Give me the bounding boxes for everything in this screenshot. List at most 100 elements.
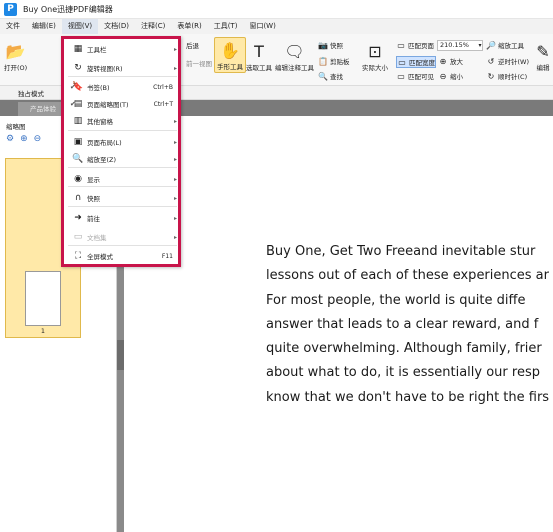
- snapshot-button[interactable]: 📷 快照: [318, 40, 343, 51]
- splitter-grip[interactable]: [117, 340, 124, 370]
- menu-separator: [68, 130, 177, 131]
- back-button[interactable]: 后退: [186, 40, 199, 50]
- submenu-arrow-icon: ▸: [173, 194, 177, 202]
- actual-size-button[interactable]: ⊡ 实际大小: [362, 40, 388, 73]
- rotate-ccw-icon: ↺: [487, 56, 495, 66]
- fit-page-label: 匹配页面: [408, 42, 434, 50]
- zoom-in-button[interactable]: ⊕ 放大: [438, 56, 463, 67]
- fit-visible-label: 匹配可见: [408, 73, 434, 81]
- submenu-arrow-icon: ▸: [173, 233, 177, 241]
- settings-icon[interactable]: ⚙: [6, 134, 14, 144]
- view-menu-item-label: 页面布局(L): [87, 139, 122, 147]
- find-button[interactable]: 🔍 查找: [318, 71, 343, 82]
- view-menu-item: ▭ 文档集 ▸: [68, 228, 177, 246]
- app-logo-icon: P: [4, 2, 17, 16]
- fit-width-button[interactable]: ▭ 匹配宽度: [396, 56, 436, 68]
- edit-label: 编辑: [536, 64, 550, 72]
- menu-item[interactable]: 工具(T): [208, 19, 244, 34]
- view-menu-item[interactable]: ◉ 显示 ▸: [68, 170, 177, 188]
- zoom-out-button[interactable]: ⊖ 缩小: [438, 71, 463, 82]
- view-menu-item[interactable]: ▣ 页面布局(L) ▸: [68, 133, 177, 151]
- fit-page-button[interactable]: ▭ 匹配页面: [396, 40, 434, 51]
- clipboard-button[interactable]: 📋 剪贴板: [318, 56, 350, 67]
- menu-item[interactable]: 视图(V): [61, 19, 99, 34]
- menu-item[interactable]: 窗口(W): [243, 19, 281, 34]
- document-line: answer that leads to a clear reward, and…: [266, 316, 539, 332]
- edit-annot-button[interactable]: 🗨 编辑注释工具: [275, 40, 314, 73]
- open-label: 打开(O): [4, 64, 28, 72]
- find-label: 查找: [330, 73, 343, 81]
- search-icon: 🔍: [318, 71, 328, 81]
- view-menu-item[interactable]: ✔ ▤ 页面缩略图(T) Ctrl+T: [68, 95, 177, 113]
- prev-view-button[interactable]: 前一视图: [186, 58, 212, 68]
- hand-tool-label: 手形工具: [217, 63, 243, 71]
- fit-visible-icon: ▭: [397, 71, 405, 81]
- submenu-arrow-icon: ▸: [173, 117, 177, 125]
- rotate-cw-button[interactable]: ↻ 顺时针(C): [486, 71, 528, 82]
- hand-icon: ✋: [220, 40, 240, 60]
- panel-tools: ⚙ ⊕ ⊖: [6, 134, 41, 144]
- menu-item[interactable]: 注释(C): [135, 19, 171, 34]
- exclusive-mode-label[interactable]: 独占模式: [18, 88, 44, 98]
- checkmark-icon: ✔: [70, 83, 76, 91]
- view-menu-item-label: 工具栏: [87, 46, 107, 54]
- fit-page-icon: ▭: [397, 40, 405, 50]
- snap-icon: ∩: [74, 193, 82, 203]
- display-icon: ◉: [74, 174, 82, 184]
- zoom-icon: 🔍: [72, 154, 84, 164]
- rotate-view-icon: ↻: [74, 63, 82, 73]
- back-label: 后退: [186, 42, 199, 50]
- zoom-out-label: 缩小: [450, 73, 463, 81]
- view-menu-item[interactable]: ➜ 前往 ▸: [68, 209, 177, 227]
- menu-item[interactable]: 表单(R): [171, 19, 207, 34]
- view-menu-item-label: 旋转视图(R): [87, 65, 123, 73]
- document-line: lessons out of each of these experiences…: [266, 268, 549, 284]
- zoom-out-thumb-icon[interactable]: ⊖: [34, 134, 42, 144]
- zoom-in-thumb-icon[interactable]: ⊕: [20, 134, 28, 144]
- document-line: quite overwhelming. Although family, fri…: [266, 341, 542, 357]
- menu-item[interactable]: 文件: [0, 19, 26, 34]
- hand-tool-button[interactable]: ✋ 手形工具: [214, 37, 246, 73]
- view-menu-item-label: 全屏模式: [87, 253, 113, 261]
- rotate-cw-label: 顺时针(C): [498, 73, 528, 81]
- zoom-tool-button[interactable]: 🔎 缩放工具: [486, 40, 524, 51]
- reading-icon: ▭: [73, 232, 83, 242]
- zoom-in-label: 放大: [450, 58, 463, 66]
- fit-width-icon: ▭: [398, 57, 406, 67]
- page-thumbnail[interactable]: [25, 271, 61, 326]
- other-panes-icon: ▥: [73, 116, 83, 126]
- checkmark-icon: ✔: [70, 100, 76, 108]
- edit-icon: ✎: [536, 41, 550, 61]
- view-menu-item[interactable]: ↻ 旋转视图(R) ▸: [68, 59, 177, 77]
- toolbar-icon: ▦: [73, 44, 83, 54]
- clipboard-icon: 📋: [318, 56, 328, 66]
- rotate-ccw-button[interactable]: ↺ 逆时针(W): [486, 56, 529, 67]
- view-menu-item-label: 文档集: [87, 234, 107, 242]
- fullscreen-icon: ⛶: [74, 251, 82, 261]
- menu-item[interactable]: 文档(D): [98, 19, 135, 34]
- zoom-tool-icon: 🔎: [486, 40, 496, 50]
- chevron-down-icon[interactable]: ▾: [476, 40, 484, 51]
- clipboard-label: 剪贴板: [330, 58, 350, 66]
- view-menu-item-label: 缩放至(Z): [87, 156, 117, 164]
- edit-button[interactable]: ✎ 编辑: [532, 40, 553, 73]
- view-menu-item[interactable]: ∩ 快照 ▸: [68, 189, 177, 207]
- menu-item[interactable]: 编辑(E): [26, 19, 62, 34]
- submenu-arrow-icon: ▸: [173, 64, 177, 72]
- submenu-arrow-icon: ▸: [173, 214, 177, 222]
- select-tool-button[interactable]: T 选取工具: [246, 40, 272, 73]
- goto-icon: ➜: [74, 213, 82, 223]
- view-menu-item[interactable]: ▥ 其他窗格 ▸: [68, 112, 177, 130]
- zoom-tool-label: 缩放工具: [498, 42, 524, 50]
- submenu-arrow-icon: ▸: [173, 45, 177, 53]
- view-menu-item[interactable]: ▦ 工具栏 ▸: [68, 40, 177, 58]
- fit-visible-button[interactable]: ▭ 匹配可见: [396, 71, 434, 82]
- view-menu-item[interactable]: ✔ 🔖 书签(B) Ctrl+B: [68, 78, 177, 96]
- document-line: Buy One, Get Two Freeand inevitable stur: [266, 244, 536, 259]
- open-button[interactable]: 📂 打开(O): [4, 40, 28, 73]
- view-menu-item[interactable]: 🔍 缩放至(Z) ▸: [68, 150, 177, 168]
- view-menu-item-label: 其他窗格: [87, 118, 113, 126]
- submenu-arrow-icon: ▸: [173, 138, 177, 146]
- actual-size-label: 实际大小: [362, 64, 388, 72]
- view-menu-item[interactable]: ⛶ 全屏模式 F11: [68, 247, 177, 265]
